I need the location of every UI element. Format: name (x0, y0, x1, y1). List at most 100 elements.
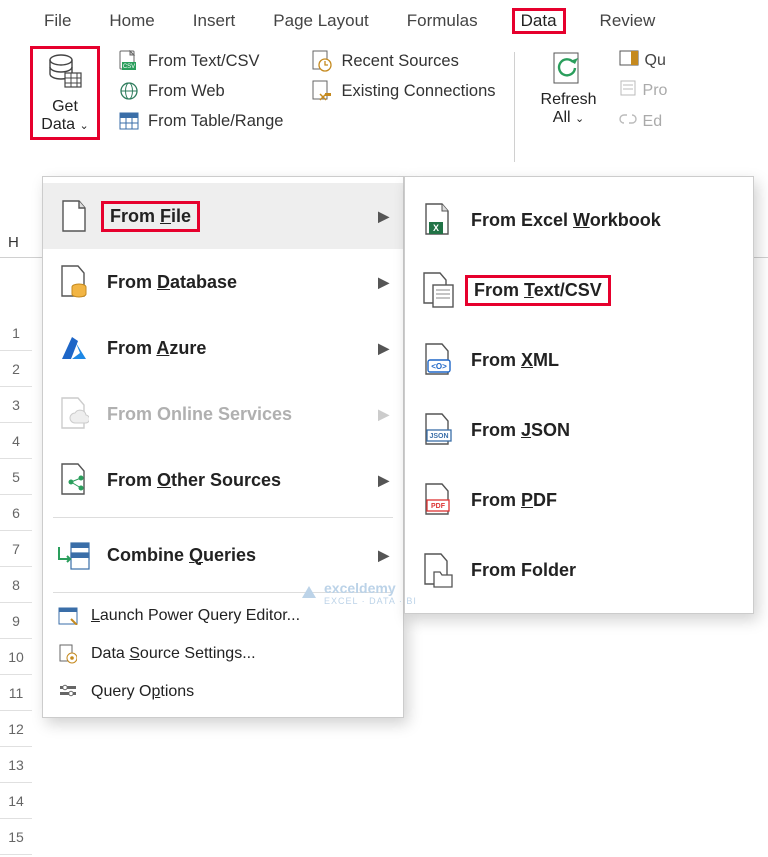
row-header[interactable]: 10 (0, 639, 32, 675)
from-online-services-label: From Online Services (107, 404, 292, 425)
recent-icon (311, 50, 333, 72)
azure-icon (57, 331, 91, 365)
edit-links-button[interactable]: Ed (619, 110, 668, 133)
pq-editor-icon (57, 605, 79, 627)
row-header[interactable]: 8 (0, 567, 32, 603)
other-sources-icon (57, 463, 91, 497)
connections-icon (311, 80, 333, 102)
data-source-settings-menuitem[interactable]: Data Source Settings... (43, 635, 403, 673)
refresh-all-button[interactable]: Refresh All ⌄ (533, 46, 605, 127)
row-header[interactable]: 7 (0, 531, 32, 567)
folder-file-icon (421, 553, 455, 587)
row-header[interactable]: 15 (0, 819, 32, 855)
from-json-menuitem[interactable]: JSON From JSON (405, 395, 753, 465)
from-text-csv-button[interactable]: CSV From Text/CSV (118, 50, 283, 72)
row-header[interactable]: 6 (0, 495, 32, 531)
row-header[interactable]: 4 (0, 423, 32, 459)
cloud-file-icon (57, 397, 91, 431)
column-header-h[interactable]: H (8, 234, 19, 251)
existing-connections-label: Existing Connections (341, 82, 495, 101)
query-options-label: Query Options (91, 683, 194, 701)
tab-formulas[interactable]: Formulas (403, 9, 482, 33)
from-folder-label: From Folder (471, 560, 576, 581)
svg-text:PDF: PDF (431, 503, 446, 510)
json-icon: JSON (421, 413, 455, 447)
row-header[interactable]: 2 (0, 351, 32, 387)
data-source-settings-label: Data Source Settings... (91, 645, 256, 663)
from-database-menuitem[interactable]: From Database ▶ (43, 249, 403, 315)
existing-connections-button[interactable]: Existing Connections (311, 80, 495, 102)
query-options-menuitem[interactable]: Query Options (43, 673, 403, 711)
text-csv-icon (421, 273, 455, 307)
recent-sources-button[interactable]: Recent Sources (311, 50, 495, 72)
tab-page-layout[interactable]: Page Layout (269, 9, 372, 33)
settings-file-icon (57, 643, 79, 665)
ribbon-data: Get Data ⌄ CSV From Text/CSV From Web Fr… (0, 38, 768, 168)
from-xml-menuitem[interactable]: <O> From XML (405, 325, 753, 395)
row-header[interactable]: 9 (0, 603, 32, 639)
tab-review[interactable]: Review (596, 9, 660, 33)
pane-icon (619, 50, 639, 71)
row-header[interactable]: 5 (0, 459, 32, 495)
from-file-menuitem[interactable]: From File ▶ (43, 183, 403, 249)
ribbon-tabs: File Home Insert Page Layout Formulas Da… (0, 0, 768, 38)
svg-text:JSON: JSON (429, 433, 448, 440)
menu-separator (53, 517, 393, 518)
chevron-right-icon: ▶ (378, 274, 389, 291)
from-pdf-label: From PDF (471, 490, 557, 511)
refresh-icon (551, 50, 587, 91)
chevron-right-icon: ▶ (378, 340, 389, 357)
launch-pq-label: Launch Power Query Editor... (91, 607, 300, 625)
database-icon (47, 53, 83, 96)
ribbon-separator (514, 52, 515, 162)
row-header[interactable]: 3 (0, 387, 32, 423)
tab-data[interactable]: Data (512, 8, 566, 34)
svg-text:<O>: <O> (431, 362, 447, 371)
row-header[interactable]: 11 (0, 675, 32, 711)
tab-file[interactable]: File (40, 9, 75, 33)
pdf-icon: PDF (421, 483, 455, 517)
from-text-csv-label: From Text/CSV (148, 52, 260, 71)
row-header[interactable]: 12 (0, 711, 32, 747)
edit-links-icon (619, 110, 637, 133)
tab-insert[interactable]: Insert (189, 9, 240, 33)
refresh-all-label: Refresh All ⌄ (541, 91, 597, 127)
table-icon (118, 110, 140, 132)
ribbon-col-1: CSV From Text/CSV From Web From Table/Ra… (118, 46, 283, 132)
from-online-services-menuitem: From Online Services ▶ (43, 381, 403, 447)
from-file-label: From File (101, 201, 200, 232)
from-azure-label: From Azure (107, 338, 206, 359)
row-header[interactable]: 13 (0, 747, 32, 783)
from-text-csv-label: From Text/CSV (465, 275, 611, 306)
xml-icon: <O> (421, 343, 455, 377)
from-other-sources-menuitem[interactable]: From Other Sources ▶ (43, 447, 403, 513)
combine-queries-menuitem[interactable]: Combine Queries ▶ (43, 522, 403, 588)
row-header[interactable]: 1 (0, 315, 32, 351)
from-azure-menuitem[interactable]: From Azure ▶ (43, 315, 403, 381)
row-headers: 1 2 3 4 5 6 7 8 9 10 11 12 13 14 15 (0, 315, 32, 855)
excel-workbook-icon: X (421, 203, 455, 237)
queries-connections-button[interactable]: Qu (619, 50, 668, 71)
row-header[interactable]: 14 (0, 783, 32, 819)
ribbon-col-2: Recent Sources Existing Connections (311, 46, 495, 102)
properties-button[interactable]: Pro (619, 79, 668, 102)
svg-text:X: X (433, 223, 439, 233)
from-xml-label: From XML (471, 350, 559, 371)
chevron-right-icon: ▶ (378, 472, 389, 489)
get-data-button[interactable]: Get Data ⌄ (30, 46, 100, 140)
chevron-right-icon: ▶ (378, 208, 389, 225)
from-text-csv-menuitem[interactable]: From Text/CSV (405, 255, 753, 325)
properties-icon (619, 79, 637, 102)
file-db-icon (57, 265, 91, 299)
from-table-range-button[interactable]: From Table/Range (118, 110, 283, 132)
tab-home[interactable]: Home (105, 9, 158, 33)
svg-text:CSV: CSV (123, 64, 135, 70)
text-file-icon: CSV (118, 50, 140, 72)
watermark: exceldemy EXCEL · DATA · BI (300, 580, 417, 606)
combine-queries-label: Combine Queries (107, 545, 256, 566)
get-data-label: Get Data ⌄ (41, 98, 88, 133)
from-folder-menuitem[interactable]: From Folder (405, 535, 753, 605)
from-web-button[interactable]: From Web (118, 80, 283, 102)
from-excel-workbook-menuitem[interactable]: X From Excel Workbook (405, 185, 753, 255)
from-pdf-menuitem[interactable]: PDF From PDF (405, 465, 753, 535)
